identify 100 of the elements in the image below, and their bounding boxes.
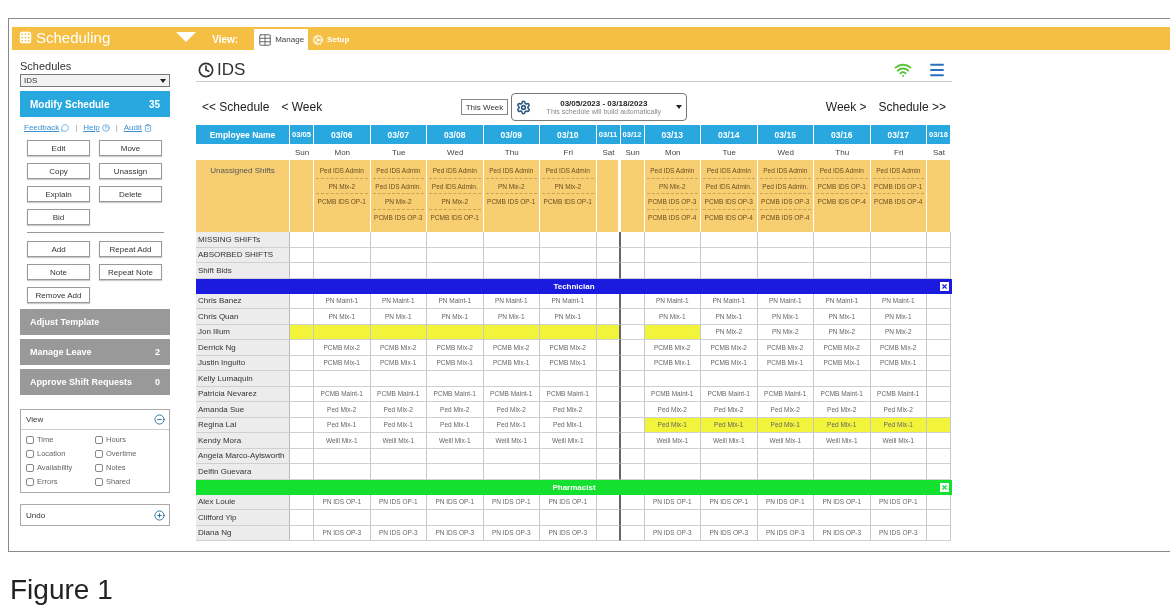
table-cell xyxy=(927,263,951,279)
help-icon xyxy=(101,123,110,132)
view-tab[interactable]: Manage xyxy=(254,29,309,50)
checkbox[interactable] xyxy=(95,477,103,486)
day-label: Sun xyxy=(293,146,311,159)
table-cell xyxy=(620,232,645,248)
checkbox[interactable] xyxy=(26,463,34,472)
table-cell xyxy=(540,263,597,279)
schedule-select[interactable]: IDS xyxy=(20,74,170,87)
table-cell xyxy=(290,263,314,279)
table-cell xyxy=(314,263,371,279)
action-button[interactable]: Copy xyxy=(27,163,90,179)
caret-icon xyxy=(676,105,683,109)
link[interactable]: Help xyxy=(83,123,110,132)
view-label: View: xyxy=(212,34,239,45)
nav-link[interactable]: Schedule >> xyxy=(878,100,946,114)
employee-name: Delfin Guevara xyxy=(196,464,290,480)
day-label: Thu xyxy=(834,146,851,159)
action-button[interactable]: Add xyxy=(27,241,90,257)
day-label: Mon xyxy=(663,146,682,159)
group-title: Pharmacist xyxy=(552,482,596,492)
employee-name: Clifford Yip xyxy=(196,510,290,526)
day-label: Tue xyxy=(391,146,407,159)
gear-icon xyxy=(516,99,532,115)
day-label: Sat xyxy=(601,146,616,159)
row-label: MISSING SHIFTs xyxy=(196,232,290,248)
column-header: 03/07 xyxy=(370,125,427,144)
clipboard-icon xyxy=(144,123,152,132)
table-cell xyxy=(701,263,758,279)
table-cell xyxy=(927,232,951,248)
app-name: Scheduling xyxy=(36,29,111,46)
column-header: 03/16 xyxy=(814,125,871,144)
employee-name: Amanda Sue xyxy=(196,402,290,418)
checkbox[interactable] xyxy=(26,435,34,444)
day-label: Sun xyxy=(624,146,641,159)
action-button[interactable]: Unassign xyxy=(99,163,162,179)
day-label: Mon xyxy=(333,146,352,159)
action-button[interactable]: Repeat Add xyxy=(99,241,162,257)
table-cell xyxy=(644,263,701,279)
action-button[interactable]: Edit xyxy=(27,140,90,156)
column-header: 03/13 xyxy=(644,125,701,144)
nav-link[interactable]: Week > xyxy=(825,100,867,114)
column-header: 03/15 xyxy=(757,125,814,144)
this-week-button[interactable]: This Week xyxy=(460,99,509,115)
grid-icon xyxy=(19,31,32,44)
employee-name: Kelly Lumaquin xyxy=(196,371,290,387)
day-label: Fri xyxy=(562,146,574,159)
table-cell xyxy=(620,263,645,279)
separator: | xyxy=(115,123,118,132)
table-cell xyxy=(870,263,927,279)
clock-icon xyxy=(198,61,214,78)
group-title: Technician xyxy=(553,281,595,291)
chat-icon xyxy=(61,123,70,132)
separator: | xyxy=(75,123,78,132)
page-title: IDS xyxy=(217,59,247,80)
column-header: Employee Name xyxy=(196,125,290,144)
checkbox[interactable] xyxy=(95,463,103,472)
day-label: Tue xyxy=(721,146,737,159)
day-label: Wed xyxy=(776,146,795,159)
action-button[interactable]: Remove Add xyxy=(27,287,90,303)
employee-name: Derrick Ng xyxy=(196,340,290,356)
table-cell xyxy=(370,263,427,279)
date-range: 03/05/2023 - 03/18/2023 xyxy=(560,99,648,108)
row-label: Unassigned Shifts xyxy=(196,160,290,232)
action-button[interactable]: Repeat Note xyxy=(99,264,162,280)
action-button[interactable]: Delete xyxy=(99,186,162,202)
nav-link[interactable]: << Schedule xyxy=(202,100,270,114)
row-label: Shift Bids xyxy=(196,263,290,279)
link[interactable]: Audit xyxy=(123,123,152,132)
expand-icon[interactable] xyxy=(154,509,165,521)
close-icon[interactable] xyxy=(940,281,949,291)
collapse-icon[interactable] xyxy=(154,414,165,425)
table-icon xyxy=(258,32,273,47)
link[interactable]: Feedback xyxy=(24,123,70,132)
table-cell xyxy=(757,263,814,279)
employee-name: Kendy Mora xyxy=(196,433,290,449)
employee-name: Chris Quan xyxy=(196,309,290,325)
column-header: 03/17 xyxy=(870,125,927,144)
nav-link[interactable]: < Week xyxy=(281,100,323,114)
action-button[interactable]: Explain xyxy=(27,186,90,202)
table-cell xyxy=(290,232,314,248)
column-header: 03/08 xyxy=(427,125,484,144)
panel-title: Undo xyxy=(26,510,46,520)
checkbox[interactable] xyxy=(95,435,103,444)
column-header: 03/09 xyxy=(483,125,540,144)
day-label: Sat xyxy=(932,146,946,159)
checkbox[interactable] xyxy=(95,449,103,458)
day-label: Fri xyxy=(893,146,905,159)
table-cell xyxy=(483,263,540,279)
column-header: 03/06 xyxy=(314,125,371,144)
checkbox[interactable] xyxy=(26,449,34,458)
action-button[interactable]: Note xyxy=(27,264,90,280)
action-button[interactable]: Move xyxy=(99,140,162,156)
action-button[interactable]: Bid xyxy=(27,209,90,225)
schedules-label: Schedules xyxy=(20,60,73,72)
column-header: 03/14 xyxy=(701,125,758,144)
checkbox[interactable] xyxy=(26,477,34,486)
table-cell xyxy=(814,263,871,279)
day-label: Thu xyxy=(503,146,520,159)
column-header: 03/10 xyxy=(540,125,597,144)
